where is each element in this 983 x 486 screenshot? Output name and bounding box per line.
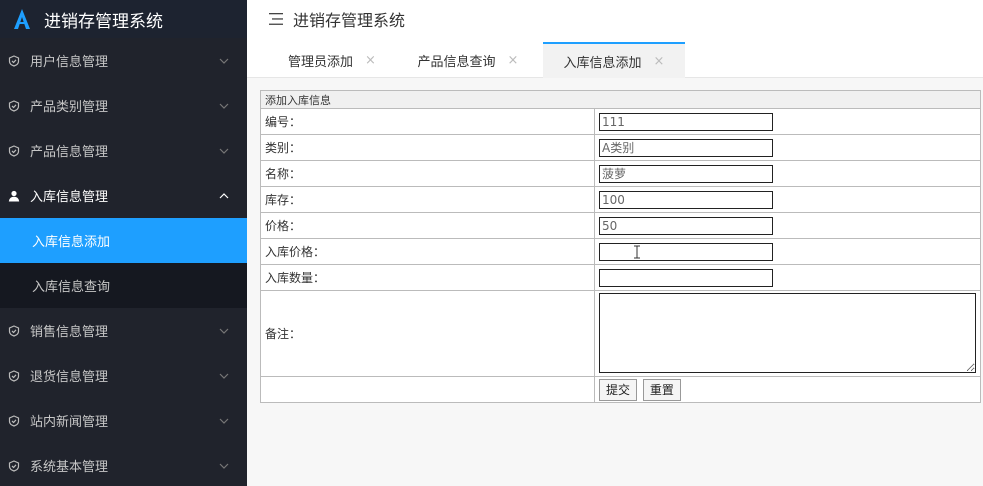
sidebar-item-label: 用户信息管理 [30, 55, 109, 70]
header: 进销存管理系统 [247, 0, 983, 38]
form-row: 编号： [260, 108, 981, 135]
chevron-down-icon [219, 463, 229, 469]
form-section-title: 添加入库信息 [260, 90, 981, 109]
form-row: 库存： [260, 186, 981, 213]
field-label: 入库价格： [260, 238, 595, 265]
sidebar-item-label: 系统基本管理 [30, 460, 109, 475]
form-row: 入库价格： [260, 238, 981, 265]
close-icon[interactable]: × [654, 54, 665, 69]
name-field[interactable] [599, 164, 773, 183]
sidebar-item-label: 产品类别管理 [30, 100, 109, 115]
form-row: 备注： [260, 290, 981, 377]
shield-icon [8, 324, 20, 337]
tab-label: 管理员添加 [288, 54, 354, 70]
field-label: 名称： [260, 160, 595, 187]
chevron-down-icon [219, 418, 229, 424]
sidebar-item-label: 入库信息管理 [30, 190, 109, 205]
field-label: 入库数量： [260, 264, 595, 291]
form-row: 价格： [260, 212, 981, 239]
chevron-down-icon [219, 373, 229, 379]
tab-product-query[interactable]: 产品信息查询 × [403, 42, 533, 78]
sidebar-subitem-label: 入库信息查询 [32, 280, 111, 295]
chevron-down-icon [219, 103, 229, 109]
sidebar-item-category[interactable]: 产品类别管理 [0, 83, 247, 128]
form-row: 名称： [260, 160, 981, 187]
sidebar-item-system[interactable]: 系统基本管理 [0, 443, 247, 486]
sidebar: 进销存管理系统 用户信息管理 产品类别管理 产品信息管理 入库信息管理 入库信息… [0, 0, 247, 486]
menu-icon[interactable] [269, 13, 283, 25]
close-icon[interactable]: × [365, 53, 376, 68]
sidebar-item-user[interactable]: 用户信息管理 [0, 38, 247, 83]
text-cursor-icon [634, 245, 640, 259]
sidebar-item-return[interactable]: 退货信息管理 [0, 353, 247, 398]
tab-stock-in-add[interactable]: 入库信息添加 × [543, 42, 685, 78]
sidebar-item-stock-in[interactable]: 入库信息管理 [0, 173, 247, 218]
sidebar-item-label: 销售信息管理 [30, 325, 109, 340]
tab-bar: 管理员添加 × 产品信息查询 × 入库信息添加 × [247, 38, 983, 78]
sidebar-subitem-label: 入库信息添加 [32, 235, 111, 250]
shield-icon [8, 414, 20, 427]
shield-icon [8, 54, 20, 67]
reset-button[interactable]: 重置 [642, 378, 681, 401]
shield-icon [8, 459, 20, 472]
main-content: 添加入库信息 编号： 类别： 名称： 库存： 价格： 入库价格： [247, 78, 983, 486]
page-title: 进销存管理系统 [293, 11, 406, 30]
shield-icon [8, 99, 20, 112]
chevron-down-icon [219, 58, 229, 64]
logo: 进销存管理系统 [0, 0, 247, 38]
stock-in-form: 添加入库信息 编号： 类别： 名称： 库存： 价格： 入库价格： [260, 90, 981, 403]
field-label: 类别： [260, 134, 595, 161]
price-field[interactable] [599, 216, 773, 235]
logo-icon [14, 9, 30, 29]
sidebar-item-news[interactable]: 站内新闻管理 [0, 398, 247, 443]
logo-text: 进销存管理系统 [44, 11, 163, 32]
id-field[interactable] [599, 112, 773, 131]
submit-button[interactable]: 提交 [599, 378, 638, 401]
tab-admin-add[interactable]: 管理员添加 × [273, 42, 391, 78]
field-label: 价格： [260, 212, 595, 239]
chevron-down-icon [219, 148, 229, 154]
stock-field[interactable] [599, 190, 773, 209]
user-icon [8, 190, 20, 201]
field-label: 库存： [260, 186, 595, 213]
stock-in-quantity-field[interactable] [599, 268, 773, 287]
field-label: 备注： [260, 290, 595, 377]
stock-in-price-field[interactable] [599, 242, 773, 261]
form-row: 提交 重置 [260, 376, 981, 403]
tab-label: 产品信息查询 [417, 54, 496, 70]
sidebar-item-label: 站内新闻管理 [30, 415, 109, 430]
empty-cell [260, 376, 595, 403]
remark-textarea[interactable] [599, 293, 976, 373]
sidebar-item-label: 产品信息管理 [30, 145, 109, 160]
sidebar-item-sales[interactable]: 销售信息管理 [0, 308, 247, 353]
sidebar-item-label: 退货信息管理 [30, 370, 109, 385]
shield-icon [8, 369, 20, 382]
sidebar-subitem-stock-in-add[interactable]: 入库信息添加 [0, 218, 247, 263]
form-row: 类别： [260, 134, 981, 161]
close-icon[interactable]: × [508, 53, 519, 68]
tab-label: 入库信息添加 [563, 55, 642, 71]
category-field[interactable] [599, 138, 773, 157]
chevron-up-icon [219, 192, 229, 198]
shield-icon [8, 144, 20, 157]
field-label: 编号： [260, 108, 595, 135]
form-row: 入库数量： [260, 264, 981, 291]
sidebar-subitem-stock-in-query[interactable]: 入库信息查询 [0, 263, 247, 308]
sidebar-item-product[interactable]: 产品信息管理 [0, 128, 247, 173]
chevron-down-icon [219, 328, 229, 334]
